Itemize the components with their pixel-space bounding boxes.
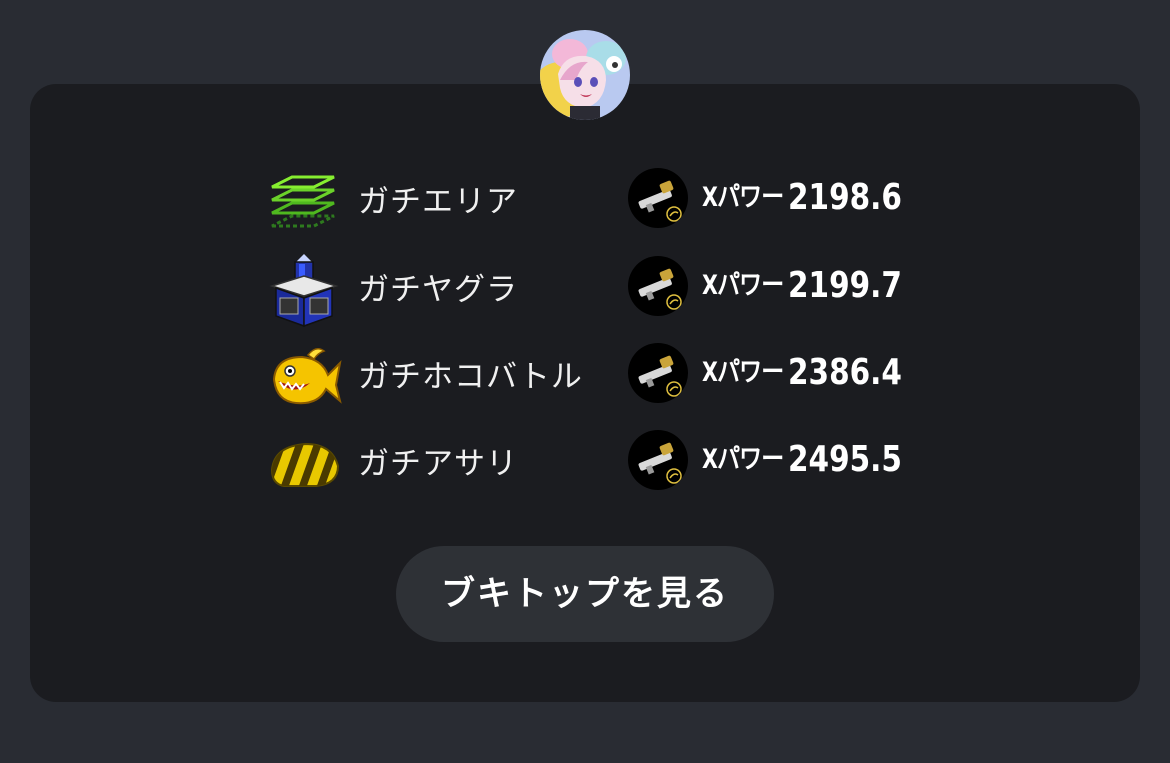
mode-name: ガチエリア — [358, 184, 518, 220]
weapon-icon — [628, 343, 688, 403]
xpower-value: 2495.5 — [788, 439, 902, 480]
mode-name: ガチヤグラ — [358, 272, 518, 308]
mode-row-rainmaker: ガチホコバトル Xパワー 2386.4 — [30, 337, 1140, 417]
mode-row-splat-zones: ガチエリア Xパワー 2198.6 — [30, 162, 1140, 242]
xpower-label: Xパワー — [702, 444, 784, 475]
weapon-icon — [628, 430, 688, 490]
xpower-label: Xパワー — [702, 182, 784, 213]
xpower-card: ガチエリア Xパワー 2198.6 ガチヤグラ Xパワー 2199.7 ガチホコ… — [30, 84, 1140, 702]
xpower-value: 2198.6 — [788, 177, 902, 218]
view-weapon-top-button[interactable]: ブキトップを見る — [396, 546, 774, 642]
mode-row-tower-control: ガチヤグラ Xパワー 2199.7 — [30, 250, 1140, 330]
weapon-icon — [628, 168, 688, 228]
player-avatar-icon[interactable] — [540, 30, 630, 120]
mode-name: ガチホコバトル — [358, 359, 583, 395]
clam-blitz-icon — [266, 428, 342, 504]
mode-name: ガチアサリ — [358, 446, 518, 482]
xpower-value: 2199.7 — [788, 265, 902, 306]
xpower-value: 2386.4 — [788, 352, 902, 393]
xpower-label: Xパワー — [702, 357, 784, 388]
splat-zones-icon — [266, 166, 342, 242]
rainmaker-icon — [266, 341, 342, 417]
weapon-icon — [628, 256, 688, 316]
xpower-label: Xパワー — [702, 270, 784, 301]
mode-row-clam-blitz: ガチアサリ Xパワー 2495.5 — [30, 424, 1140, 504]
tower-control-icon — [266, 254, 342, 330]
